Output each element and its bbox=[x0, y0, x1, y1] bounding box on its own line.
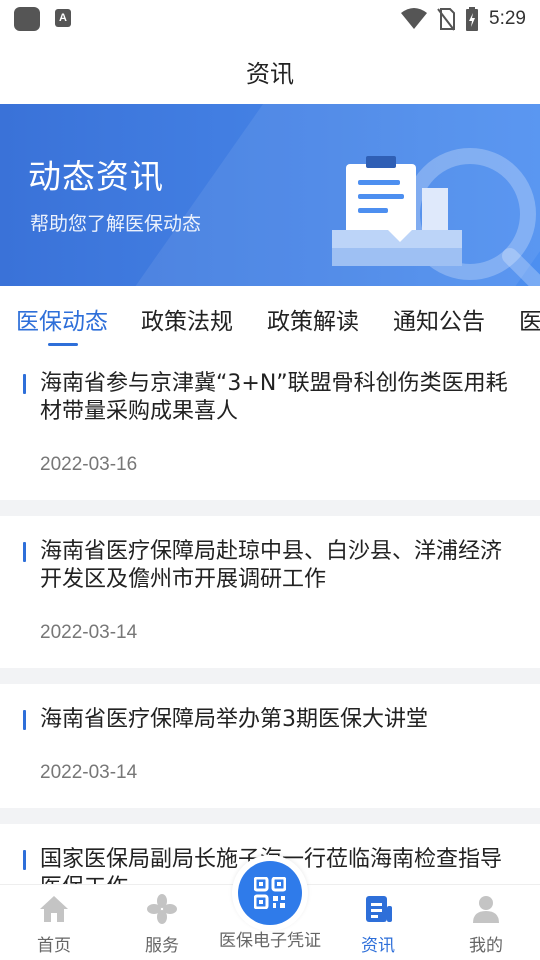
news-marker bbox=[23, 710, 26, 730]
tab-policies-regulations[interactable]: 政策法规 bbox=[141, 302, 233, 336]
tab-policy-interpretation[interactable]: 政策解读 bbox=[267, 302, 359, 336]
services-icon bbox=[147, 894, 177, 924]
news-marker bbox=[23, 374, 26, 394]
news-date: 2022-03-16 bbox=[40, 454, 138, 475]
qr-code-icon bbox=[254, 877, 286, 909]
banner-title: 动态资讯 bbox=[28, 157, 164, 196]
wifi-icon bbox=[401, 8, 428, 29]
status-time: 5:29 bbox=[489, 8, 526, 29]
active-tab-indicator bbox=[48, 343, 78, 346]
news-marker bbox=[23, 542, 26, 562]
news-item[interactable]: 海南省医疗保障局赴琼中县、白沙县、洋浦经济开发区及儋州市开展调研工作 2022-… bbox=[0, 516, 540, 668]
category-tabs: 医保动态 政策法规 政策解读 通知公告 医 bbox=[0, 286, 540, 348]
news-marker bbox=[23, 850, 26, 870]
news-title: 海南省医疗保障局举办第3期医保大讲堂 bbox=[40, 707, 428, 732]
title-bar: 资讯 bbox=[0, 38, 540, 104]
tab-notices[interactable]: 通知公告 bbox=[393, 302, 485, 336]
nav-label: 资讯 bbox=[361, 936, 395, 956]
news-date: 2022-03-14 bbox=[40, 762, 138, 783]
page-title: 资讯 bbox=[246, 59, 294, 88]
home-icon bbox=[40, 896, 68, 922]
battery-charging-icon bbox=[466, 7, 479, 31]
nav-home[interactable]: 首页 bbox=[0, 885, 108, 960]
accessibility-app-icon: A bbox=[55, 9, 71, 27]
tab-more-partial[interactable]: 医 bbox=[519, 302, 540, 336]
news-title: 海南省医疗保障局赴琼中县、白沙县、洋浦经济开发区及儋州市开展调研工作 bbox=[40, 539, 503, 592]
e-voucher-label: 医保电子凭证 bbox=[219, 931, 321, 951]
nav-profile[interactable]: 我的 bbox=[432, 885, 540, 960]
news-title: 海南省参与京津冀“3+N”联盟骨科创伤类医用耗材带量采购成果喜人 bbox=[40, 371, 508, 424]
e-voucher-circle bbox=[238, 861, 302, 925]
news-banner: 动态资讯 帮助您了解医保动态 bbox=[0, 104, 540, 286]
status-bar: A 5:29 bbox=[0, 0, 540, 38]
news-item[interactable]: 海南省医疗保障局举办第3期医保大讲堂 2022-03-14 bbox=[0, 684, 540, 808]
tab-medical-insurance-news[interactable]: 医保动态 bbox=[16, 302, 108, 336]
nav-label: 我的 bbox=[469, 936, 503, 956]
no-sim-icon bbox=[437, 8, 456, 31]
document-tray-illustration bbox=[332, 148, 540, 286]
nav-news[interactable]: 资讯 bbox=[324, 885, 432, 960]
news-item[interactable]: 海南省参与京津冀“3+N”联盟骨科创伤类医用耗材带量采购成果喜人 2022-03… bbox=[0, 348, 540, 500]
app-notification-icon bbox=[14, 7, 40, 31]
banner-subtitle: 帮助您了解医保动态 bbox=[30, 213, 202, 235]
e-voucher-button[interactable] bbox=[232, 855, 308, 931]
nav-label: 首页 bbox=[37, 936, 71, 956]
news-date: 2022-03-14 bbox=[40, 622, 138, 643]
profile-icon bbox=[473, 896, 499, 923]
news-icon bbox=[366, 896, 392, 922]
